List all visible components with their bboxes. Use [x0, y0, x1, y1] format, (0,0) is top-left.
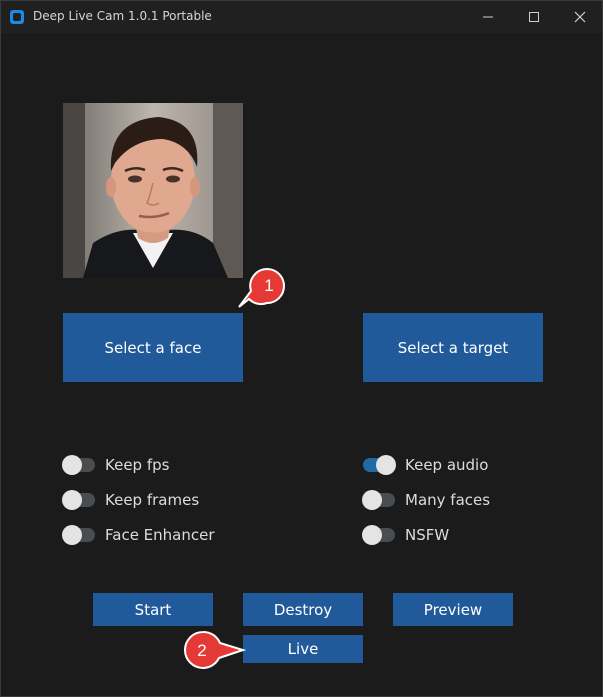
minimize-icon [483, 16, 493, 18]
face-enhancer-switch[interactable]: Face Enhancer [62, 524, 215, 546]
toggle-knob [362, 525, 382, 545]
toggle-knob [362, 490, 382, 510]
title-bar: Deep Live Cam 1.0.1 Portable [1, 1, 602, 33]
select-target-button[interactable]: Select a target [363, 313, 543, 382]
face-photo [63, 103, 243, 278]
keep-frames-label: Keep frames [105, 491, 200, 509]
toggle-knob [62, 525, 82, 545]
maximize-button[interactable] [511, 1, 557, 33]
step-1-number: 1 [264, 276, 273, 295]
select-face-button[interactable]: Select a face [63, 313, 243, 382]
preview-button[interactable]: Preview [393, 593, 513, 626]
start-button[interactable]: Start [93, 593, 213, 626]
keep-audio-switch[interactable]: Keep audio [363, 454, 488, 476]
nsfw-switch[interactable]: NSFW [362, 524, 450, 546]
toggle-knob [376, 455, 396, 475]
step-2-callout: 2 [184, 630, 247, 670]
destroy-button[interactable]: Destroy [243, 593, 363, 626]
maximize-icon [529, 12, 539, 22]
step-1-callout: 1 [238, 267, 285, 308]
minimize-button[interactable] [465, 1, 511, 33]
keep-fps-switch[interactable]: Keep fps [62, 454, 170, 476]
keep-frames-toggle[interactable] [62, 490, 95, 510]
live-button[interactable]: Live [243, 635, 363, 663]
many-faces-label: Many faces [405, 491, 491, 509]
keep-frames-switch[interactable]: Keep frames [62, 489, 200, 511]
nsfw-label: NSFW [405, 526, 450, 544]
keep-audio-label: Keep audio [405, 456, 489, 474]
face-enhancer-toggle[interactable] [62, 525, 95, 545]
nsfw-toggle[interactable] [362, 525, 395, 545]
app-icon [10, 10, 24, 24]
many-faces-toggle[interactable] [362, 490, 395, 510]
keep-audio-toggle[interactable] [363, 455, 396, 475]
step-2-number: 2 [197, 641, 206, 660]
face-enhancer-label: Face Enhancer [105, 526, 215, 544]
many-faces-switch[interactable]: Many faces [362, 489, 491, 511]
close-icon [574, 11, 586, 23]
toggle-knob [62, 455, 82, 475]
window-title: Deep Live Cam 1.0.1 Portable [33, 9, 212, 23]
app-window: Deep Live Cam 1.0.1 Portable Select a fa… [0, 0, 603, 697]
keep-fps-label: Keep fps [105, 456, 170, 474]
close-button[interactable] [557, 1, 603, 33]
source-face-image[interactable] [63, 103, 243, 278]
keep-fps-toggle[interactable] [62, 455, 95, 475]
toggle-knob [62, 490, 82, 510]
